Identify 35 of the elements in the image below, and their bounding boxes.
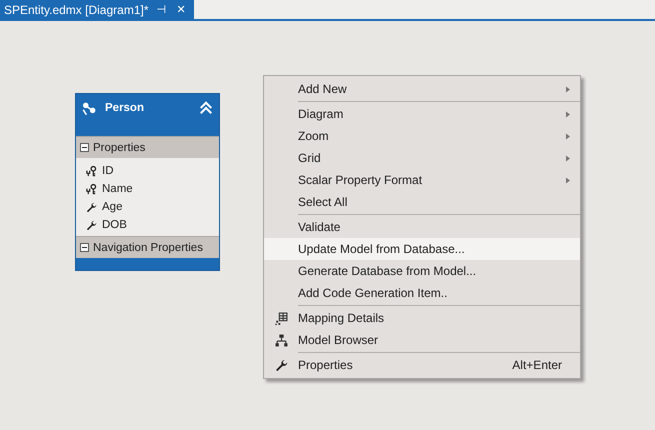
collapse-icon[interactable] bbox=[199, 101, 213, 115]
menu-item[interactable]: Model Browser bbox=[264, 329, 580, 351]
hierarchy-icon bbox=[274, 334, 288, 346]
table-icon bbox=[274, 312, 288, 324]
section-header[interactable]: Properties bbox=[76, 136, 219, 158]
section-header[interactable]: Navigation Properties bbox=[76, 236, 219, 258]
property-name[interactable]: Name bbox=[102, 183, 133, 195]
menu-item[interactable]: Generate Database from Model... bbox=[264, 260, 580, 282]
close-button[interactable]: ✕ bbox=[174, 3, 188, 16]
menu-item[interactable]: Select All bbox=[264, 191, 580, 213]
property-name[interactable]: ID bbox=[102, 165, 114, 177]
wrench-icon bbox=[86, 220, 97, 230]
tab-title: SPEntity.edmx [Diagram1]* bbox=[4, 2, 148, 16]
entity-icon bbox=[82, 100, 97, 116]
menu-item[interactable]: Diagram bbox=[264, 103, 580, 125]
document-tab[interactable]: SPEntity.edmx [Diagram1]* ⊣ ✕ bbox=[0, 0, 194, 19]
entity-box[interactable]: Person Properties ID Name Age DOB Navigation Properties bbox=[75, 93, 220, 271]
key-icon bbox=[86, 184, 97, 194]
menu-item[interactable]: Properties Alt+Enter bbox=[264, 354, 580, 376]
shortcut-text: Alt+Enter bbox=[512, 358, 562, 372]
menu-item[interactable]: Scalar Property Format bbox=[264, 169, 580, 191]
wrench-icon bbox=[86, 202, 97, 212]
menu-item[interactable]: Grid bbox=[264, 147, 580, 169]
menu-item[interactable]: Mapping Details bbox=[264, 307, 580, 329]
wrench-icon bbox=[274, 358, 288, 372]
entity-name: Person bbox=[105, 102, 145, 114]
key-icon bbox=[86, 166, 97, 176]
menu-item[interactable]: Zoom bbox=[264, 125, 580, 147]
menu-item[interactable]: Validate bbox=[264, 216, 580, 238]
menu-item[interactable]: Update Model from Database... bbox=[264, 238, 580, 260]
menu-item[interactable]: Add Code Generation Item.. bbox=[264, 282, 580, 304]
pin-button[interactable]: ⊣ bbox=[154, 3, 168, 16]
property-name[interactable]: DOB bbox=[102, 219, 127, 231]
property-name[interactable]: Age bbox=[102, 201, 122, 213]
menu-item[interactable]: Add New bbox=[264, 78, 580, 100]
